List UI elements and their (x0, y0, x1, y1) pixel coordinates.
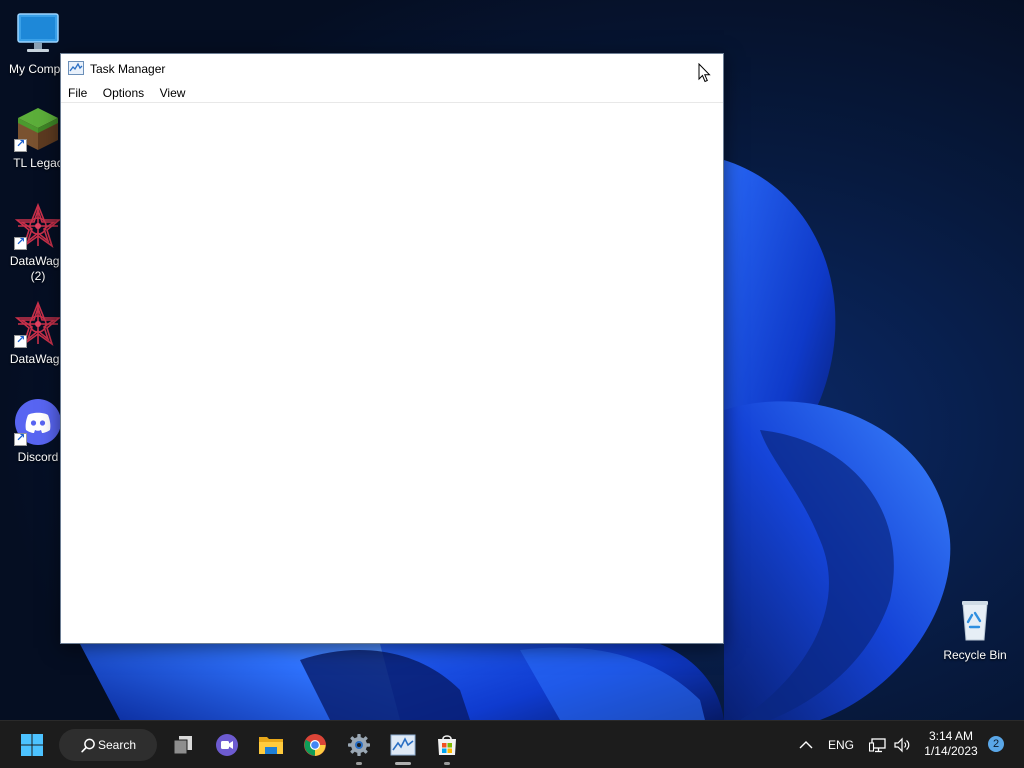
file-explorer-icon (259, 737, 283, 754)
start-icon (21, 734, 43, 756)
mouse-cursor-icon (698, 63, 711, 83)
start-button[interactable] (16, 729, 48, 761)
shortcut-arrow-icon (14, 333, 27, 348)
notification-badge[interactable]: 2 (988, 736, 1004, 752)
teams-chat-icon (216, 734, 238, 756)
window-content (61, 103, 723, 643)
clock[interactable]: 3:14 AM 1/14/2023 (916, 729, 986, 759)
task-manager-window[interactable]: Task Manager File Options View (60, 53, 724, 644)
menu-view[interactable]: View (159, 84, 194, 102)
active-indicator (395, 762, 411, 765)
desktop-icon-label: Recycle Bin (943, 648, 1007, 662)
chrome-icon (304, 734, 326, 756)
volume-button[interactable] (886, 729, 918, 761)
menu-bar: File Options View (61, 84, 723, 103)
file-explorer-button[interactable] (255, 729, 287, 761)
taskbar: Search ENG 3:14 AM 1/14/2023 2 (0, 720, 1024, 768)
task-view-icon (173, 736, 192, 755)
task-manager-icon (68, 61, 84, 75)
store-icon (438, 735, 456, 755)
running-indicator (356, 762, 362, 765)
settings-icon (348, 734, 370, 756)
search-icon (81, 738, 95, 753)
clock-time: 3:14 AM (928, 729, 974, 743)
store-button[interactable] (431, 729, 463, 765)
recycle-bin-icon (962, 601, 988, 641)
network-icon (869, 738, 886, 753)
chrome-button[interactable] (299, 729, 331, 761)
clock-date: 1/14/2023 (924, 744, 978, 758)
task-view-button[interactable] (167, 729, 199, 761)
shortcut-arrow-icon (14, 431, 27, 446)
settings-button[interactable] (343, 729, 375, 765)
speaker-icon (894, 737, 910, 753)
search-label: Search (98, 738, 137, 752)
task-manager-icon (390, 734, 416, 756)
language-indicator[interactable]: ENG (828, 738, 854, 752)
task-manager-taskbar-button[interactable] (387, 729, 419, 765)
desktop-icon-recycle-bin[interactable]: Recycle Bin (937, 596, 1013, 663)
shortcut-arrow-icon (14, 137, 27, 152)
menu-file[interactable]: File (67, 84, 95, 102)
taskbar-search[interactable]: Search (59, 729, 157, 761)
window-title: Task Manager (90, 62, 166, 76)
chevron-up-icon (799, 741, 813, 749)
teams-chat-button[interactable] (211, 729, 243, 761)
menu-options[interactable]: Options (102, 84, 152, 102)
window-titlebar[interactable]: Task Manager (61, 54, 723, 84)
tray-overflow-button[interactable] (790, 729, 822, 761)
shortcut-arrow-icon (14, 235, 27, 250)
running-indicator (444, 762, 450, 765)
monitor-icon (17, 13, 59, 52)
